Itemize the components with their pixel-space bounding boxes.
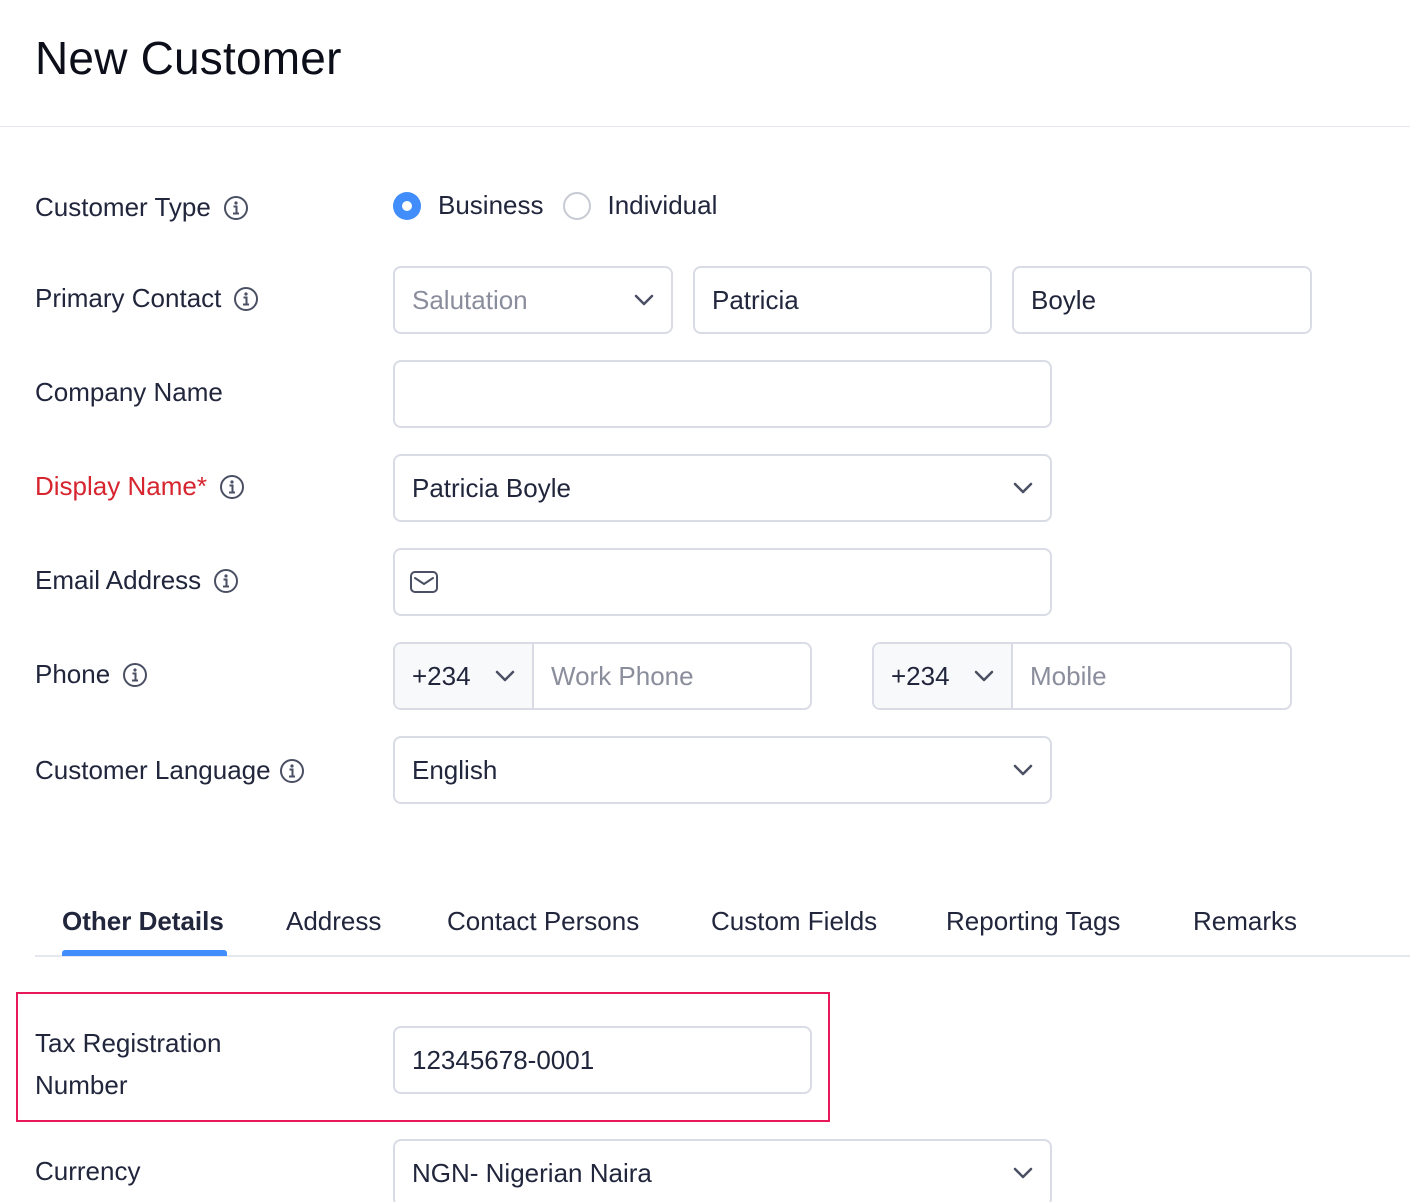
display-name-label: Display Name* — [35, 471, 245, 502]
chevron-down-icon — [974, 670, 994, 682]
currency-label: Currency — [35, 1156, 141, 1186]
company-name-label: Company Name — [35, 377, 223, 407]
email-input[interactable] — [393, 548, 1052, 616]
info-icon[interactable] — [279, 758, 305, 784]
mobile-phone-input[interactable]: Mobile — [1013, 661, 1290, 692]
email-address-label: Email Address — [35, 565, 239, 596]
phone-label: Phone — [35, 659, 148, 690]
customer-language-select[interactable]: English — [393, 736, 1052, 804]
envelope-icon — [410, 571, 438, 593]
tax-registration-label: Tax Registration Number — [35, 1028, 222, 1100]
active-tab-indicator — [62, 950, 227, 956]
page-title: New Customer — [35, 32, 342, 84]
tab-other-details[interactable]: Other Details — [62, 906, 224, 937]
chevron-down-icon — [495, 670, 515, 682]
info-icon[interactable] — [233, 286, 259, 312]
customer-type-radio-group: Business Individual — [393, 190, 736, 221]
tab-contact-persons[interactable]: Contact Persons — [447, 906, 639, 937]
last-name-input[interactable]: Boyle — [1012, 266, 1312, 334]
work-phone-group: +234 Work Phone — [393, 642, 812, 710]
primary-contact-label: Primary Contact — [35, 283, 259, 314]
display-name-select[interactable]: Patricia Boyle — [393, 454, 1052, 522]
company-name-input[interactable] — [393, 360, 1052, 428]
info-icon[interactable] — [122, 662, 148, 688]
first-name-input[interactable]: Patricia — [693, 266, 992, 334]
chevron-down-icon — [1013, 1167, 1033, 1179]
customer-type-label: Customer Type — [35, 192, 249, 223]
info-icon[interactable] — [219, 474, 245, 500]
radio-individual[interactable] — [562, 191, 591, 220]
tab-reporting-tags[interactable]: Reporting Tags — [946, 906, 1120, 937]
work-phone-country-code[interactable]: +234 — [395, 644, 534, 708]
currency-select[interactable]: NGN- Nigerian Naira — [393, 1139, 1052, 1202]
radio-business-label[interactable]: Business — [438, 190, 544, 221]
radio-business[interactable] — [393, 191, 421, 220]
chevron-down-icon — [1013, 482, 1033, 494]
info-icon[interactable] — [223, 195, 249, 221]
tab-remarks[interactable]: Remarks — [1193, 906, 1297, 937]
salutation-select[interactable]: Salutation — [393, 266, 673, 334]
tab-address[interactable]: Address — [286, 906, 381, 937]
radio-individual-label[interactable]: Individual — [608, 190, 718, 221]
info-icon[interactable] — [213, 568, 239, 594]
chevron-down-icon — [1013, 764, 1033, 776]
chevron-down-icon — [634, 294, 654, 306]
work-phone-input[interactable]: Work Phone — [534, 661, 810, 692]
mobile-phone-country-code[interactable]: +234 — [874, 644, 1013, 708]
customer-language-label: Customer Language — [35, 755, 305, 786]
tab-custom-fields[interactable]: Custom Fields — [711, 906, 877, 937]
mobile-phone-group: +234 Mobile — [872, 642, 1292, 710]
details-tabs: Other Details Address Contact Persons Cu… — [35, 880, 1410, 957]
tax-registration-input[interactable]: 12345678-0001 — [393, 1026, 812, 1094]
page-header: New Customer — [0, 0, 1410, 127]
